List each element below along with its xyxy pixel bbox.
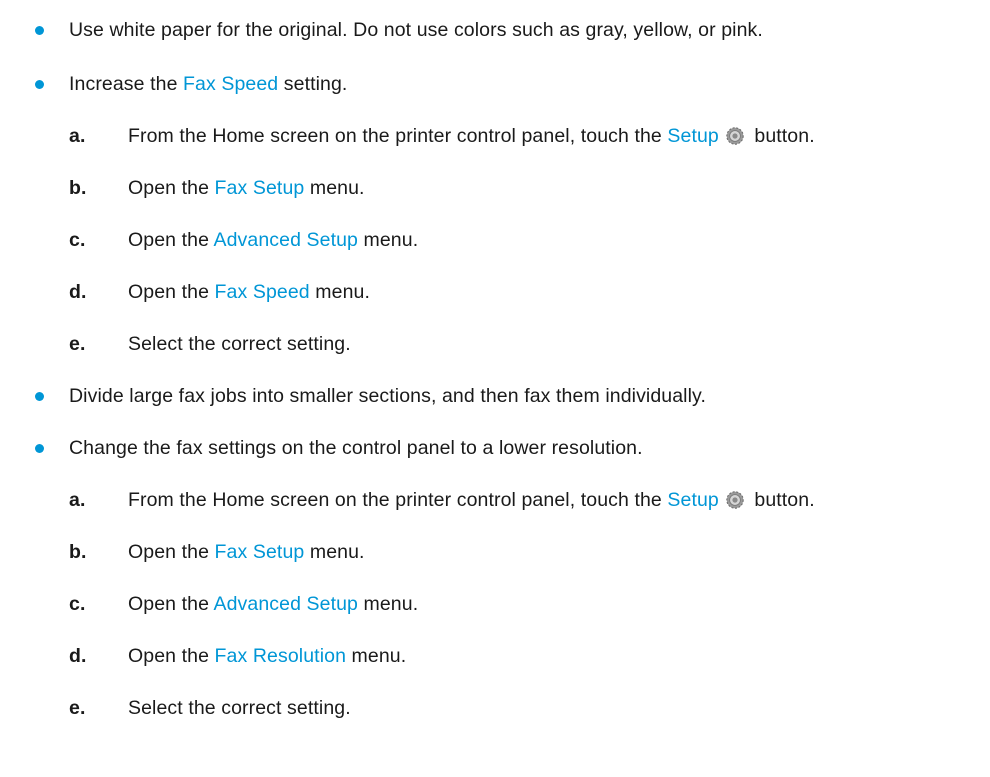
setup-link[interactable]: Setup xyxy=(667,489,718,511)
fax-setup-link[interactable]: Fax Setup xyxy=(215,177,305,199)
step-marker: a. xyxy=(69,489,86,511)
fax-speed-link[interactable]: Fax Speed xyxy=(215,281,310,303)
step-text: Open the Fax Setup menu. xyxy=(128,541,365,563)
advanced-setup-link[interactable]: Advanced Setup xyxy=(213,593,358,615)
step-marker: d. xyxy=(69,281,87,303)
fax-resolution-link[interactable]: Fax Resolution xyxy=(215,645,346,667)
step-text: Select the correct setting. xyxy=(128,697,351,719)
step-text: From the Home screen on the printer cont… xyxy=(128,489,815,511)
step-marker: b. xyxy=(69,541,87,563)
bullet-icon xyxy=(35,26,44,35)
gear-icon xyxy=(726,127,744,145)
step-marker: e. xyxy=(69,697,86,719)
step-text: Open the Fax Setup menu. xyxy=(128,177,365,199)
bullet-icon xyxy=(35,80,44,89)
step-text: Open the Fax Resolution menu. xyxy=(128,645,407,667)
step-text: Open the Advanced Setup menu. xyxy=(128,229,419,251)
advanced-setup-link[interactable]: Advanced Setup xyxy=(213,229,358,251)
list-item-text: Use white paper for the original. Do not… xyxy=(69,19,763,41)
gear-icon xyxy=(726,491,744,509)
fax-speed-link[interactable]: Fax Speed xyxy=(183,73,278,95)
list-item-text: Change the fax settings on the control p… xyxy=(69,437,643,459)
bullet-icon xyxy=(35,444,44,453)
list-item-text: Increase the Fax Speed setting. xyxy=(69,73,348,95)
step-marker: c. xyxy=(69,593,86,615)
step-marker: c. xyxy=(69,229,86,251)
step-marker: a. xyxy=(69,125,86,147)
step-marker: e. xyxy=(69,333,86,355)
step-marker: b. xyxy=(69,177,87,199)
setup-link[interactable]: Setup xyxy=(667,125,718,147)
fax-setup-link[interactable]: Fax Setup xyxy=(215,541,305,563)
bullet-icon xyxy=(35,392,44,401)
step-marker: d. xyxy=(69,645,87,667)
step-text: Select the correct setting. xyxy=(128,333,351,355)
step-text: Open the Fax Speed menu. xyxy=(128,281,370,303)
list-item-text: Divide large fax jobs into smaller secti… xyxy=(69,385,706,407)
step-text: Open the Advanced Setup menu. xyxy=(128,593,419,615)
step-text: From the Home screen on the printer cont… xyxy=(128,125,815,147)
